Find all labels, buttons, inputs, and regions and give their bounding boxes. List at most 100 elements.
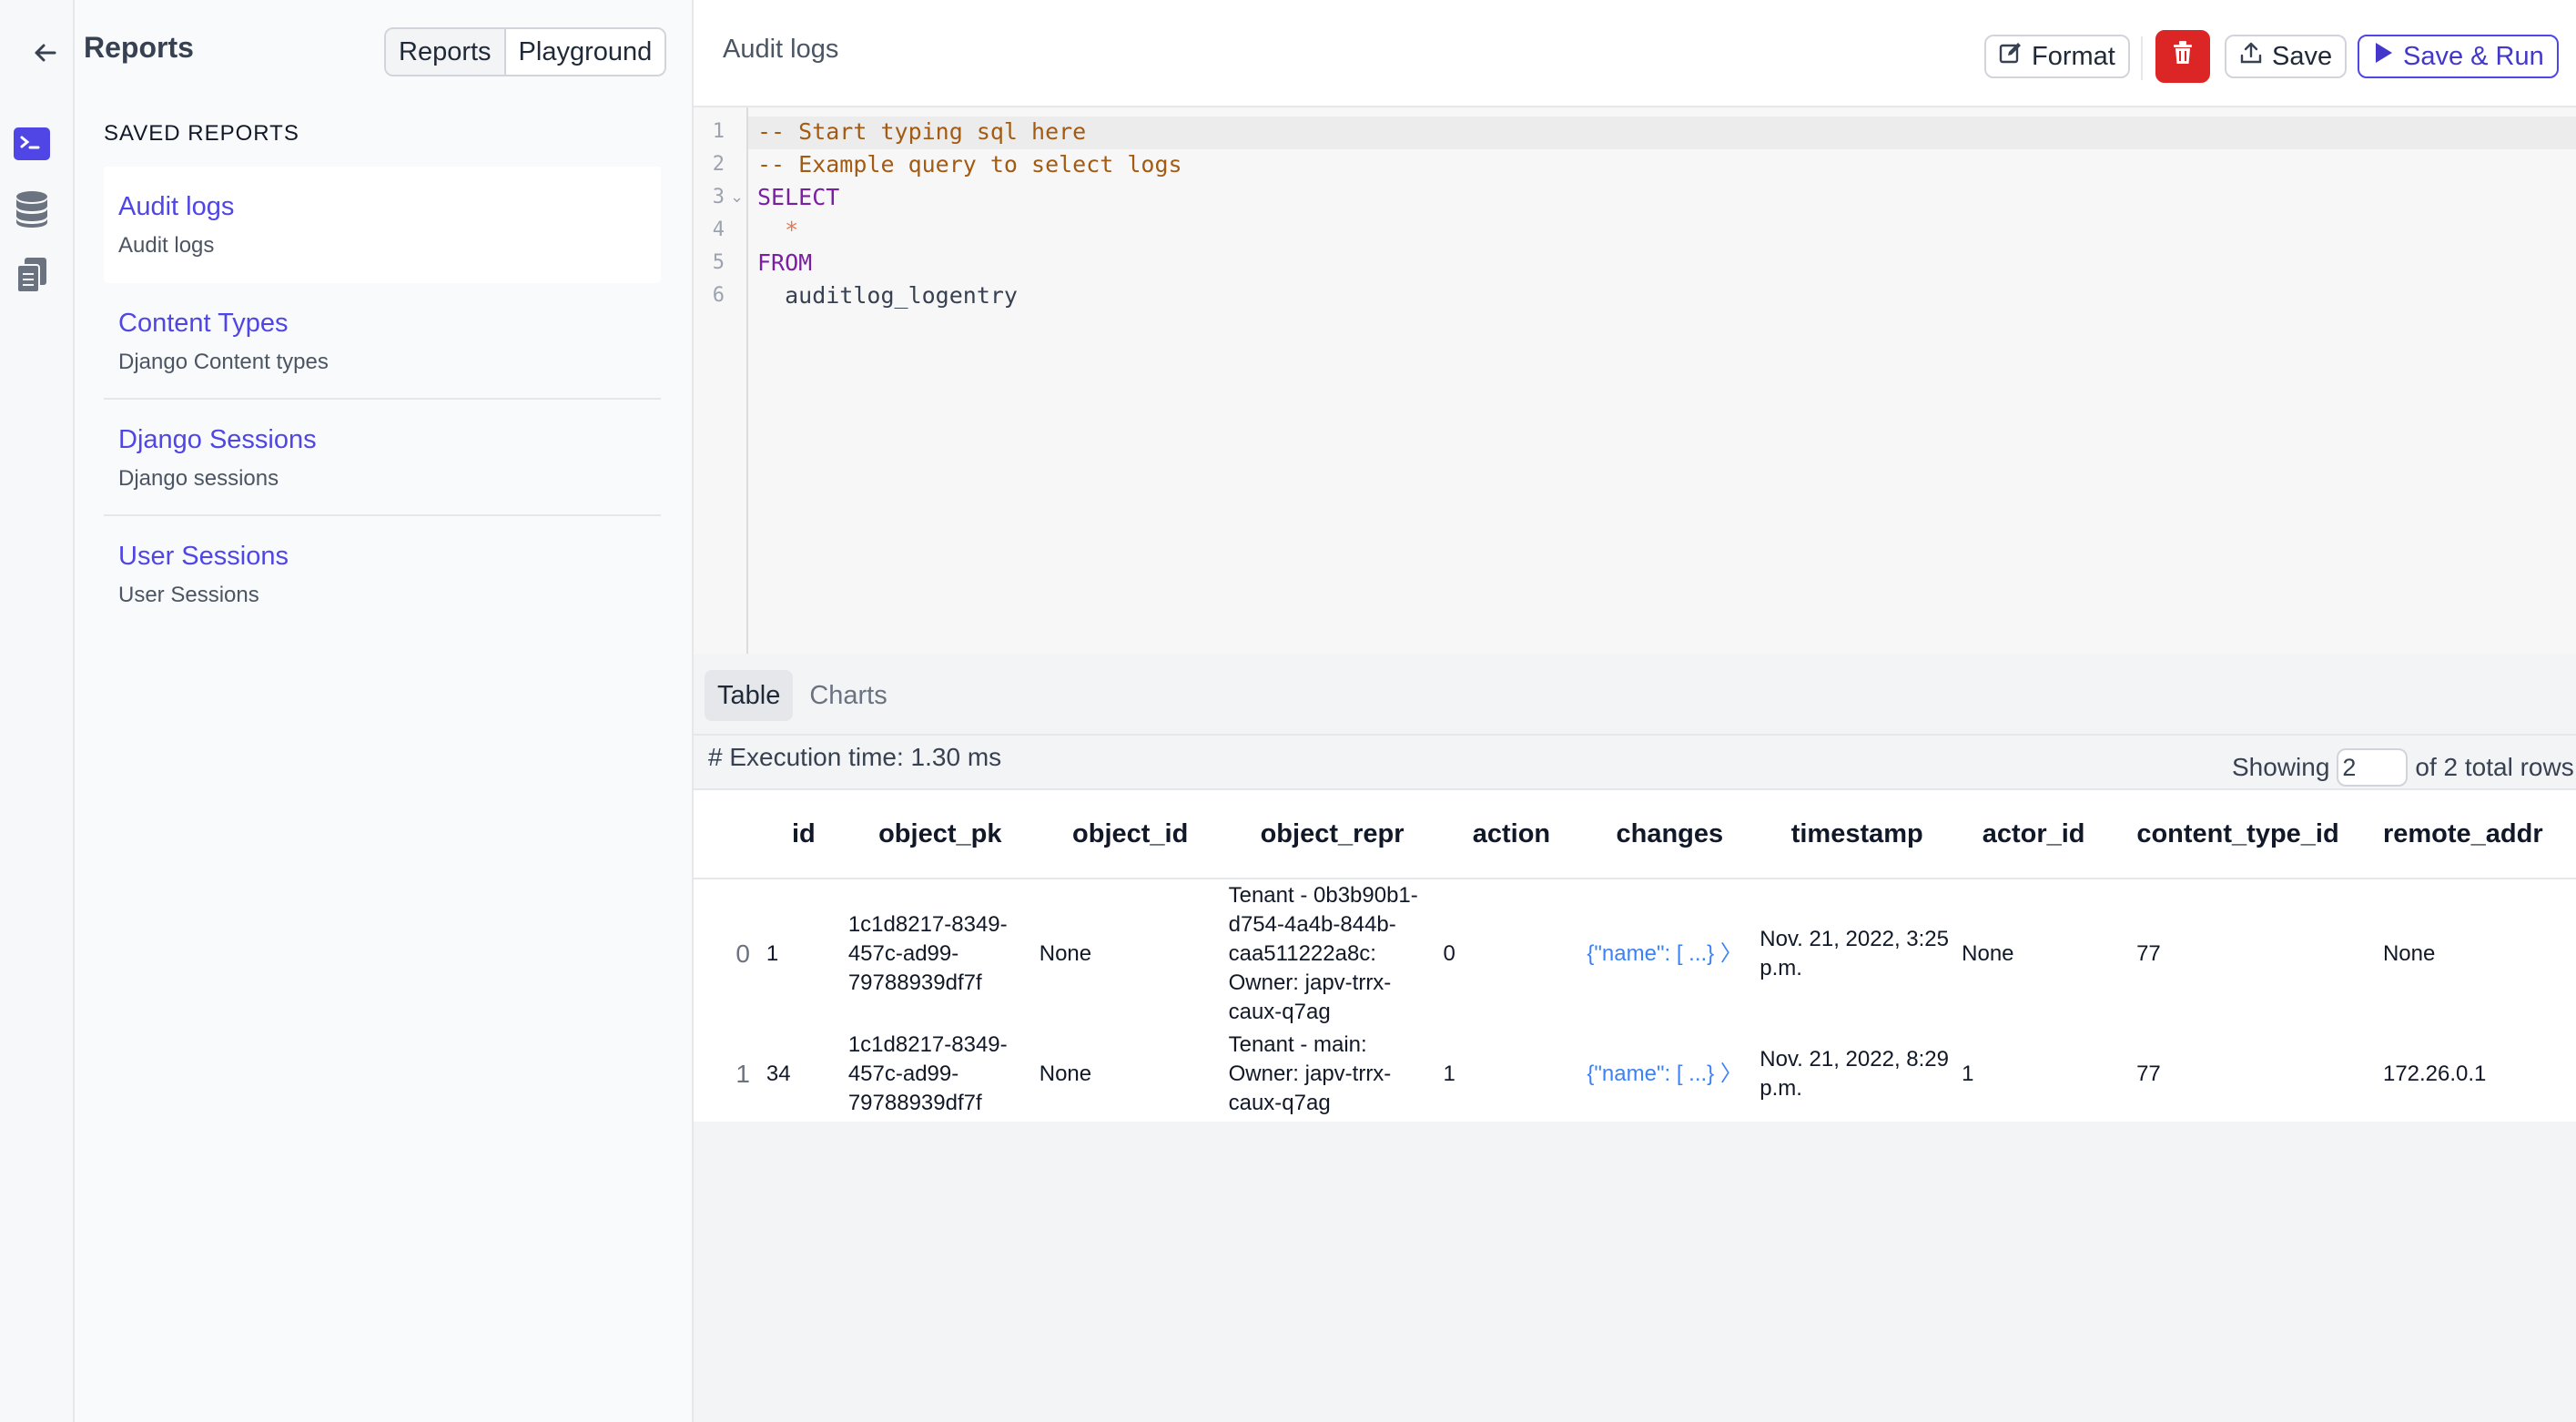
cell-object-pk: 1c1d8217-8349-457c-ad99-79788939df7f [847,1032,1008,1115]
row-index: 1 [735,1060,750,1088]
cell-actor-id: None [1962,941,2014,966]
save-label: Save [2272,41,2333,71]
cell-changes[interactable]: {"name": [ ...} 〉 [1583,1029,1756,1120]
table-row: 1 34 1c1d8217-8349-457c-ad99-79788939df7… [694,1029,2576,1120]
fold-chevron-icon[interactable]: ⌄ [730,188,744,207]
line-gutter: 1 2 3 ⌄ 4 5 6 [694,107,748,654]
report-item-user-sessions[interactable]: User Sessions User Sessions [104,516,661,633]
report-name: User Sessions [118,542,289,571]
column-header[interactable]: object_id [1035,790,1225,879]
total-rows-label: of 2 total rows [2415,753,2574,781]
format-button[interactable]: Format [1984,35,2130,78]
column-header[interactable]: action [1439,790,1584,879]
code-line: FROM [757,249,813,276]
cell-content-type-id: 77 [2136,1061,2161,1086]
toolbar: Audit logs Format Save Save & Run [694,0,2576,107]
row-index: 0 [735,940,750,968]
sql-editor[interactable]: 1 2 3 ⌄ 4 5 6 -- Start typing sql here -… [694,107,2576,654]
cell-timestamp: Nov. 21, 2022, 3:25 p.m. [1760,927,1949,980]
cell-object-repr: Tenant - 0b3b90b1-d754-4a4b-844b-caa5112… [1228,883,1418,1024]
report-name: Content Types [118,309,289,338]
showing-label: Showing [2232,753,2330,781]
cell-id: 1 [766,941,779,966]
cell-object-pk: 1c1d8217-8349-457c-ad99-79788939df7f [847,912,1008,995]
cell-object-id: None [1039,941,1092,966]
code-line: -- Start typing sql here [757,118,1087,145]
column-header[interactable]: object_repr [1224,790,1440,879]
icon-rail [0,0,75,1422]
execution-time: # Execution time: 1.30 ms [708,743,1002,771]
line-number: 4 [712,218,725,241]
cell-timestamp: Nov. 21, 2022, 8:29 p.m. [1760,1047,1949,1101]
tab-charts[interactable]: Charts [796,670,899,721]
line-number: 6 [712,284,725,307]
column-header [694,790,763,879]
code-line: auditlog_logentry [757,282,1018,309]
code-line: * [757,217,799,243]
sidebar-title: Reports [84,31,194,64]
report-desc: Audit logs [118,233,215,258]
page-title: Audit logs [723,35,839,64]
terminal-icon[interactable] [14,126,50,162]
code-line: SELECT [757,184,840,210]
results-table: id object_pk object_id object_repr actio… [694,790,2576,1122]
database-icon[interactable] [14,191,50,228]
cell-object-id: None [1039,1061,1092,1086]
segment-playground[interactable]: Playground [503,29,665,75]
report-desc: Django sessions [118,466,279,491]
mode-toggle: Reports Playground [384,27,667,76]
toolbar-divider [2141,36,2143,80]
column-header[interactable]: changes [1583,790,1757,879]
line-number: 5 [712,251,725,274]
column-header[interactable]: timestamp [1756,790,1959,879]
save-and-run-button[interactable]: Save & Run [2358,35,2559,78]
code-line: -- Example query to select logs [757,151,1182,178]
table-header-row: id object_pk object_id object_repr actio… [694,790,2576,879]
segment-reports[interactable]: Reports [386,29,504,75]
clipboard-icon[interactable] [14,257,50,293]
line-number: 2 [712,153,725,176]
cell-action: 0 [1443,941,1455,966]
cell-remote-addr: None [2382,941,2436,966]
report-name: Audit logs [118,192,235,221]
report-item-django-sessions[interactable]: Django Sessions Django sessions [104,400,661,516]
format-label: Format [2032,41,2115,71]
column-header[interactable]: object_pk [844,790,1036,879]
report-list: Audit logs Audit logs Content Types Djan… [104,167,661,633]
report-desc: User Sessions [118,583,259,607]
upload-icon [2239,41,2263,72]
cell-id: 34 [766,1061,791,1086]
cell-object-repr: Tenant - main: Owner: japv-trrx-caux-q7a… [1228,1032,1392,1115]
saved-reports-heading: SAVED REPORTS [104,121,299,146]
play-icon [2372,41,2394,72]
cell-remote-addr: 172.26.0.1 [2382,1061,2487,1086]
run-label: Save & Run [2403,41,2544,71]
cell-content-type-id: 77 [2136,941,2161,966]
main-panel: Audit logs Format Save Save & Run 1 2 3 … [694,0,2576,1422]
report-item-content-types[interactable]: Content Types Django Content types [104,283,661,400]
table-row: 0 1 1c1d8217-8349-457c-ad99-79788939df7f… [694,879,2576,1029]
delete-button[interactable] [2155,30,2210,83]
cell-action: 1 [1443,1061,1455,1086]
arrow-left-icon[interactable] [29,36,62,69]
row-count: Showing of 2 total rows [2232,748,2574,787]
cell-changes[interactable]: {"name": [ ...} 〉 [1583,879,1756,1029]
report-desc: Django Content types [118,350,329,374]
save-button[interactable]: Save [2225,35,2348,78]
column-header[interactable]: content_type_id [2109,790,2367,879]
column-header[interactable]: actor_id [1958,790,2110,879]
edit-icon [1999,41,2023,72]
results-bar: # Execution time: 1.30 ms Showing of 2 t… [694,734,2576,790]
column-header[interactable]: remote_addr [2366,790,2576,879]
report-item-audit-logs[interactable]: Audit logs Audit logs [104,167,661,283]
tab-table[interactable]: Table [705,670,794,721]
sidebar: Reports Reports Playground SAVED REPORTS… [35,0,694,1422]
column-header[interactable]: id [762,790,845,879]
line-number: 3 [712,186,725,208]
report-name: Django Sessions [118,425,317,454]
cell-actor-id: 1 [1962,1061,1974,1086]
trash-icon [2171,40,2195,73]
result-tabs: Table Charts [705,670,900,721]
line-number: 1 [712,120,725,143]
row-limit-input[interactable] [2337,748,2409,787]
